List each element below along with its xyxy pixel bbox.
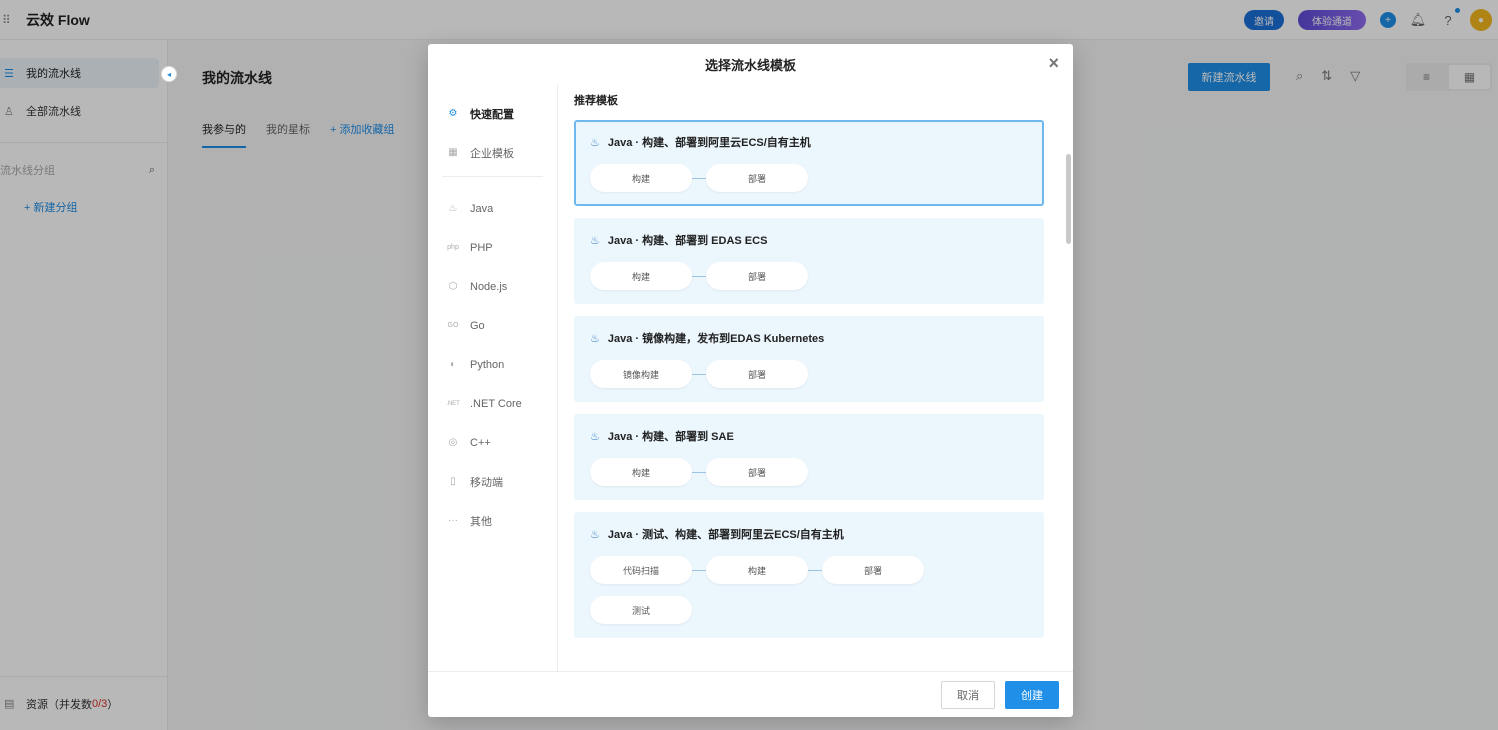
template-list: 推荐模板 ♨ Java · 构建、部署到阿里云ECS/自有主机 构建 部署 ♨ Ja… xyxy=(558,84,1073,672)
stage-node: 构建 xyxy=(590,164,692,192)
stage-node: 部署 xyxy=(822,556,924,584)
category-java[interactable]: ♨ Java xyxy=(428,189,557,228)
grid-icon: ▦ xyxy=(448,147,458,158)
java-icon: ♨ xyxy=(590,430,600,443)
modal-title: 选择流水线模板 xyxy=(704,57,796,73)
go-icon: GO xyxy=(447,322,459,329)
modal-body: ⚙ 快速配置 ▦ 企业模板 ♨ Java php PHP ⬡ Node.js GO Go ◐… xyxy=(428,84,1073,672)
stage-connector xyxy=(692,177,706,179)
category-python[interactable]: ◐ Python xyxy=(428,345,557,384)
category-label: 企业模板 xyxy=(470,147,514,160)
mobile-icon: ▯ xyxy=(450,476,456,487)
stage-connector xyxy=(692,471,706,473)
category-label: 移动端 xyxy=(470,476,503,489)
template-title-text: Java · 构建、部署到 EDAS ECS xyxy=(607,235,768,247)
template-title: ♨ Java · 镜像构建，发布到EDAS Kubernetes xyxy=(590,330,1028,346)
php-icon: php xyxy=(447,244,459,251)
template-modal: 选择流水线模板 × ⚙ 快速配置 ▦ 企业模板 ♨ Java php PHP ⬡ Node… xyxy=(428,44,1073,717)
java-icon: ♨ xyxy=(590,136,600,149)
category-label: .NET Core xyxy=(470,397,522,410)
stage-node: 代码扫描 xyxy=(590,556,692,584)
section-title: 推荐模板 xyxy=(574,95,618,107)
template-title: ♨ Java · 构建、部署到 SAE xyxy=(590,428,1028,444)
template-title-text: Java · 测试、构建、部署到阿里云ECS/自有主机 xyxy=(607,529,844,541)
category-label: 快速配置 xyxy=(470,108,514,121)
java-icon: ♨ xyxy=(590,528,600,541)
category-other[interactable]: ··· 其他 xyxy=(428,501,557,540)
template-card[interactable]: ♨ Java · 构建、部署到 EDAS ECS 构建 部署 xyxy=(574,218,1044,304)
stage-connector xyxy=(808,569,822,571)
category-label: Python xyxy=(470,358,505,371)
dotnet-icon: .NET xyxy=(446,400,460,407)
stage-node: 部署 xyxy=(706,458,808,486)
category-nodejs[interactable]: ⬡ Node.js xyxy=(428,267,557,306)
java-icon: ♨ xyxy=(448,203,458,214)
template-title-text: Java · 镜像构建，发布到EDAS Kubernetes xyxy=(607,333,825,345)
category-php[interactable]: php PHP xyxy=(428,228,557,267)
stage-connector xyxy=(692,373,706,375)
scrollbar[interactable] xyxy=(1066,154,1071,244)
stage-node: 构建 xyxy=(706,556,808,584)
stage-flow: 构建 部署 xyxy=(590,262,1028,290)
stage-flow: 镜像构建 部署 xyxy=(590,360,1028,388)
category-label: Java xyxy=(470,202,494,215)
stage-connector xyxy=(692,275,706,277)
stage-connector xyxy=(692,569,706,571)
category-label: Go xyxy=(470,319,485,332)
stage-flow: 构建 部署 xyxy=(590,164,1028,192)
python-icon: ◐ xyxy=(449,359,457,370)
stage-node: 部署 xyxy=(706,262,808,290)
category-dotnet[interactable]: .NET .NET Core xyxy=(428,384,557,423)
create-button[interactable]: 创建 xyxy=(1005,680,1059,709)
more-icon: ··· xyxy=(448,515,458,526)
modal-header: 选择流水线模板 × xyxy=(428,44,1073,84)
category-list: ⚙ 快速配置 ▦ 企业模板 ♨ Java php PHP ⬡ Node.js GO Go ◐… xyxy=(428,84,558,672)
stage-node: 构建 xyxy=(590,262,692,290)
stage-node: 部署 xyxy=(706,360,808,388)
nodejs-icon: ⬡ xyxy=(448,281,458,292)
template-title-text: Java · 构建、部署到阿里云ECS/自有主机 xyxy=(607,137,811,149)
divider xyxy=(442,176,543,177)
stage-node: 测试 xyxy=(590,596,692,624)
stage-node: 部署 xyxy=(706,164,808,192)
category-go[interactable]: GO Go xyxy=(428,306,557,345)
collapse-sidebar-icon[interactable]: ◂ xyxy=(161,66,177,82)
java-icon: ♨ xyxy=(590,332,600,345)
template-card[interactable]: ♨ Java · 镜像构建，发布到EDAS Kubernetes 镜像构建 部署 xyxy=(574,316,1044,402)
template-title-text: Java · 构建、部署到 SAE xyxy=(607,431,734,443)
template-card[interactable]: ♨ Java · 测试、构建、部署到阿里云ECS/自有主机 代码扫描 构建 部署 … xyxy=(574,512,1044,638)
cpp-icon: ◎ xyxy=(448,437,458,448)
gear-icon: ⚙ xyxy=(448,108,458,119)
category-label: 其他 xyxy=(470,515,492,528)
category-mobile[interactable]: ▯ 移动端 xyxy=(428,462,557,501)
template-title: ♨ Java · 构建、部署到 EDAS ECS xyxy=(590,232,1028,248)
category-quick-config[interactable]: ⚙ 快速配置 xyxy=(428,94,557,133)
template-card[interactable]: ♨ Java · 构建、部署到阿里云ECS/自有主机 构建 部署 xyxy=(574,120,1044,206)
stage-node: 镜像构建 xyxy=(590,360,692,388)
category-enterprise[interactable]: ▦ 企业模板 xyxy=(428,133,557,172)
category-cpp[interactable]: ◎ C++ xyxy=(428,423,557,462)
category-label: C++ xyxy=(470,436,491,449)
close-icon[interactable]: × xyxy=(1048,54,1059,72)
modal-footer: 取消 创建 xyxy=(428,671,1073,717)
stage-flow-parallel: 测试 xyxy=(590,596,1028,624)
stage-flow: 构建 部署 xyxy=(590,458,1028,486)
cancel-button[interactable]: 取消 xyxy=(941,680,995,709)
java-icon: ♨ xyxy=(590,234,600,247)
template-title: ♨ Java · 测试、构建、部署到阿里云ECS/自有主机 xyxy=(590,526,1028,542)
template-card[interactable]: ♨ Java · 构建、部署到 SAE 构建 部署 xyxy=(574,414,1044,500)
stage-node: 构建 xyxy=(590,458,692,486)
category-label: PHP xyxy=(470,241,493,254)
category-label: Node.js xyxy=(470,280,508,293)
template-title: ♨ Java · 构建、部署到阿里云ECS/自有主机 xyxy=(590,134,1028,150)
stage-flow: 代码扫描 构建 部署 xyxy=(590,556,1028,584)
